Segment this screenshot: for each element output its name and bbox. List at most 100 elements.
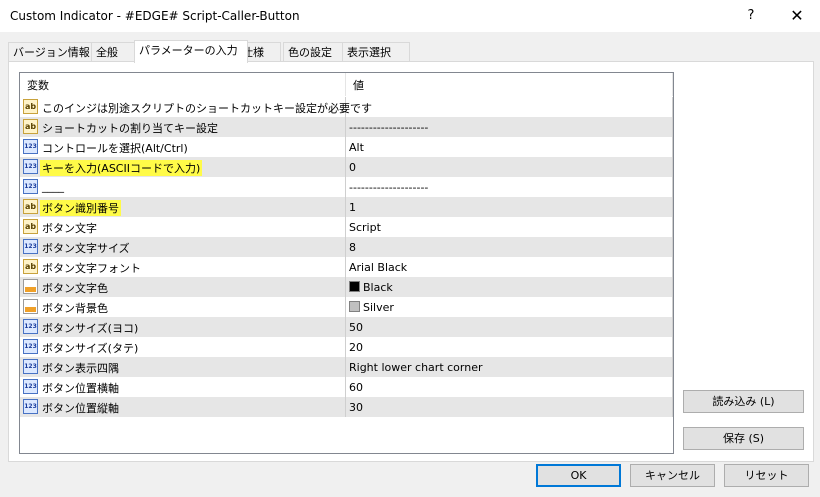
parameter-value-cell[interactable]: -------------------- <box>346 117 673 137</box>
parameter-value-cell[interactable]: Alt <box>346 137 673 157</box>
parameter-name: ボタン識別番号 <box>40 200 121 216</box>
parameter-row[interactable]: 123 ボタンサイズ(タテ) 20 <box>20 337 673 357</box>
parameter-name: ボタン位置横軸 <box>42 382 119 395</box>
parameter-row[interactable]: ab このインジは別途スクリプトのショートカットキー設定が必要です <box>20 97 673 117</box>
parameter-value[interactable]: 20 <box>349 341 363 354</box>
parameter-row[interactable]: 123 キーを入力(ASCIIコードで入力) 0 <box>20 157 673 177</box>
parameter-value-cell[interactable]: Right lower chart corner <box>346 357 673 377</box>
parameter-name-cell: ab このインジは別途スクリプトのショートカットキー設定が必要です <box>20 97 372 117</box>
parameter-value-cell[interactable]: 0 <box>346 157 673 177</box>
parameter-value-cell[interactable] <box>346 97 673 117</box>
close-button[interactable]: ✕ <box>774 0 820 32</box>
parameter-row[interactable]: ボタン背景色 Silver <box>20 297 673 317</box>
number-icon: 123 <box>23 179 38 194</box>
parameter-name: ボタンサイズ(タテ) <box>42 342 139 355</box>
parameter-value-cell[interactable]: 50 <box>346 317 673 337</box>
number-icon: 123 <box>23 399 38 414</box>
number-icon: 123 <box>23 239 38 254</box>
parameter-value-cell[interactable]: 8 <box>346 237 673 257</box>
string-icon: ab <box>23 259 38 274</box>
parameter-row[interactable]: 123 コントロールを選択(Alt/Ctrl) Alt <box>20 137 673 157</box>
parameter-name: ボタン文字サイズ <box>42 242 130 255</box>
parameter-value[interactable]: Arial Black <box>349 261 407 274</box>
parameter-name-cell: 123 ボタン位置縦軸 <box>20 397 346 417</box>
parameter-name-cell: 123 ボタンサイズ(ヨコ) <box>20 317 346 337</box>
cancel-button[interactable]: キャンセル <box>630 464 715 487</box>
help-button[interactable]: ? <box>728 0 774 32</box>
parameter-value[interactable]: Black <box>363 281 393 294</box>
parameter-value-cell[interactable]: Black <box>346 277 673 297</box>
column-header-value[interactable]: 値 <box>346 73 673 96</box>
save-button[interactable]: 保存 (S) <box>683 427 804 450</box>
parameter-row[interactable]: 123 ボタン位置縦軸 30 <box>20 397 673 417</box>
parameter-name-cell: ボタン文字色 <box>20 277 346 297</box>
parameter-name-cell: 123 ____ <box>20 177 346 197</box>
tab-general[interactable]: 全般 <box>91 42 135 62</box>
parameter-row[interactable]: 123 ____ -------------------- <box>20 177 673 197</box>
parameter-row[interactable]: ab ボタン文字フォント Arial Black <box>20 257 673 277</box>
parameter-value[interactable]: Right lower chart corner <box>349 361 483 374</box>
parameter-row[interactable]: ボタン文字色 Black <box>20 277 673 297</box>
parameter-name: このインジは別途スクリプトのショートカットキー設定が必要です <box>42 102 372 115</box>
string-icon: ab <box>23 99 38 114</box>
parameter-row[interactable]: ab ショートカットの割り当てキー設定 -------------------- <box>20 117 673 137</box>
reset-button[interactable]: リセット <box>724 464 809 487</box>
parameter-name: コントロールを選択(Alt/Ctrl) <box>42 142 188 155</box>
parameter-value[interactable]: 0 <box>349 161 356 174</box>
parameter-value[interactable]: 30 <box>349 401 363 414</box>
parameter-value-cell[interactable]: Arial Black <box>346 257 673 277</box>
parameter-row[interactable]: 123 ボタン表示四隅 Right lower chart corner <box>20 357 673 377</box>
color-swatch <box>349 301 360 312</box>
parameter-value-cell[interactable]: -------------------- <box>346 177 673 197</box>
tab-visualization[interactable]: 表示選択 <box>342 42 410 62</box>
ok-button[interactable]: OK <box>536 464 621 487</box>
window-title: Custom Indicator - #EDGE# Script-Caller-… <box>10 9 300 23</box>
number-icon: 123 <box>23 139 38 154</box>
parameter-value-cell[interactable]: Script <box>346 217 673 237</box>
parameter-name-cell: ab ボタン文字 <box>20 217 346 237</box>
parameter-value[interactable]: Script <box>349 221 381 234</box>
parameter-row[interactable]: ab ボタン文字 Script <box>20 217 673 237</box>
parameter-name: ボタン背景色 <box>42 302 108 315</box>
parameter-value-cell[interactable]: 30 <box>346 397 673 417</box>
color-icon <box>23 279 38 294</box>
title-bar: Custom Indicator - #EDGE# Script-Caller-… <box>0 0 820 32</box>
parameter-value[interactable]: 8 <box>349 241 356 254</box>
column-header-variable[interactable]: 変数 <box>20 73 346 96</box>
parameter-name-cell: 123 キーを入力(ASCIIコードで入力) <box>20 157 346 177</box>
number-icon: 123 <box>23 339 38 354</box>
parameter-value[interactable]: -------------------- <box>349 181 428 194</box>
parameter-name: ボタン表示四隅 <box>42 362 119 375</box>
tab-input-parameters[interactable]: パラメーターの入力 <box>134 40 248 63</box>
parameter-value[interactable]: 50 <box>349 321 363 334</box>
string-icon: ab <box>23 219 38 234</box>
parameter-name: キーを入力(ASCIIコードで入力) <box>40 160 203 176</box>
parameter-value[interactable]: -------------------- <box>349 121 428 134</box>
parameter-value-cell[interactable]: Silver <box>346 297 673 317</box>
parameter-name-cell: ab ボタン識別番号 <box>20 197 346 217</box>
parameter-name: ボタン文字色 <box>42 282 108 295</box>
tab-version-info[interactable]: バージョン情報 <box>8 42 100 62</box>
parameter-name-cell: 123 ボタン位置横軸 <box>20 377 346 397</box>
parameter-name: ボタンサイズ(ヨコ) <box>42 322 139 335</box>
parameter-value[interactable]: 60 <box>349 381 363 394</box>
color-swatch <box>349 281 360 292</box>
parameter-value[interactable]: Silver <box>363 301 394 314</box>
parameter-name: ____ <box>42 180 64 193</box>
string-icon: ab <box>23 119 38 134</box>
parameters-panel: 変数 値 ab このインジは別途スクリプトのショートカットキー設定が必要です ab シ… <box>8 61 814 462</box>
parameter-value[interactable]: Alt <box>349 141 364 154</box>
parameter-value-cell[interactable]: 60 <box>346 377 673 397</box>
string-icon: ab <box>23 199 38 214</box>
parameter-value[interactable]: 1 <box>349 201 356 214</box>
parameter-row[interactable]: 123 ボタン位置横軸 60 <box>20 377 673 397</box>
parameters-grid: 変数 値 ab このインジは別途スクリプトのショートカットキー設定が必要です ab シ… <box>19 72 674 454</box>
tab-color-settings[interactable]: 色の設定 <box>283 42 351 62</box>
number-icon: 123 <box>23 319 38 334</box>
load-button[interactable]: 読み込み (L) <box>683 390 804 413</box>
parameter-row[interactable]: 123 ボタン文字サイズ 8 <box>20 237 673 257</box>
parameter-value-cell[interactable]: 1 <box>346 197 673 217</box>
parameter-row[interactable]: ab ボタン識別番号 1 <box>20 197 673 217</box>
parameter-value-cell[interactable]: 20 <box>346 337 673 357</box>
parameter-row[interactable]: 123 ボタンサイズ(ヨコ) 50 <box>20 317 673 337</box>
